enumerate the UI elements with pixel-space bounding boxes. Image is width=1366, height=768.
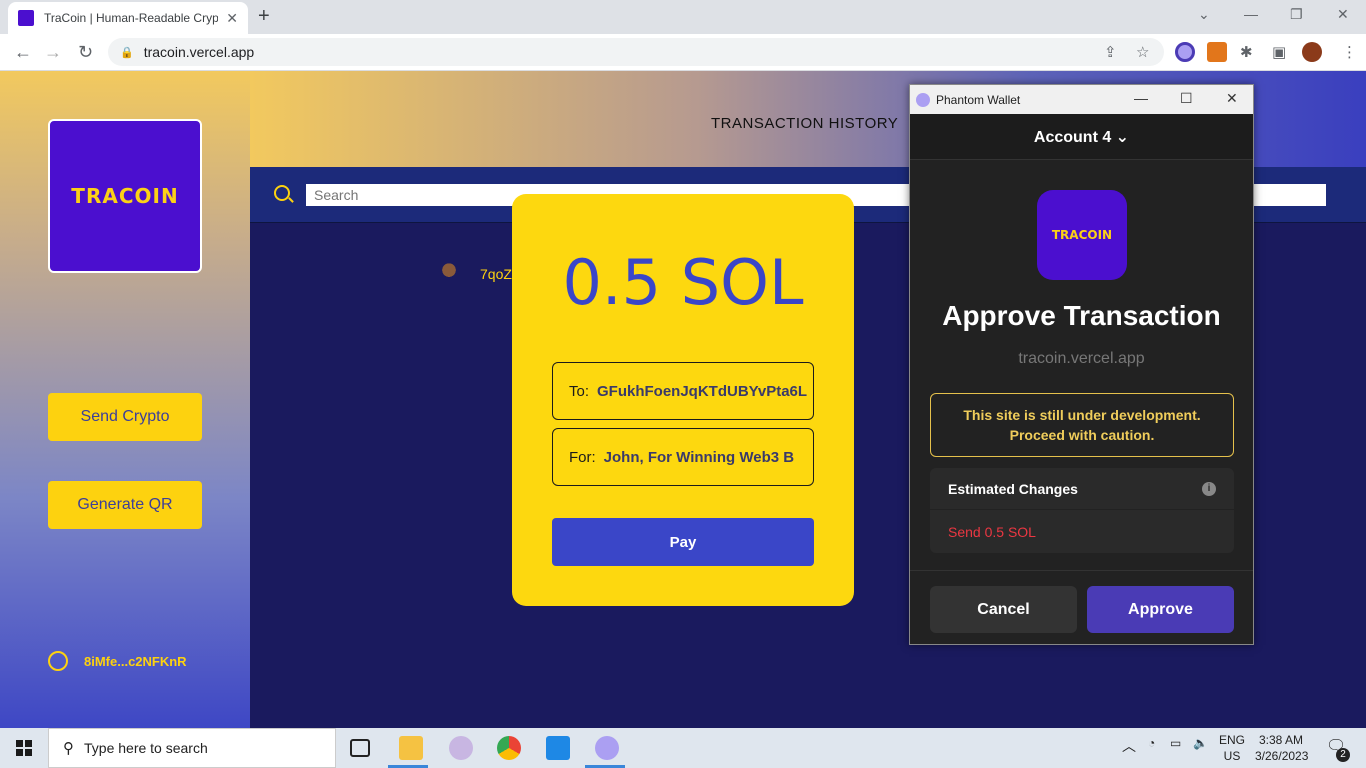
new-tab-button[interactable]: + (258, 5, 270, 28)
for-label: For: (569, 448, 596, 466)
taskbar-search[interactable]: ⚲ Type here to search (48, 728, 336, 768)
bookmark-star-icon[interactable]: ☆ (1136, 43, 1149, 61)
dapp-logo-text: TRACOIN (1051, 228, 1113, 242)
metamask-extension-icon[interactable] (1207, 42, 1227, 62)
payment-amount: 0.5 SOL (562, 246, 804, 319)
phantom-wallet-window: Phantom Wallet — ☐ ✕ Account 4 ⌄ TRACOIN… (909, 84, 1254, 645)
send-crypto-button[interactable]: Send Crypto (48, 393, 202, 441)
back-icon[interactable]: ← (14, 42, 32, 63)
user-icon (48, 651, 68, 671)
tab-close-icon[interactable]: ✕ (226, 10, 238, 27)
chrome-icon[interactable] (497, 736, 521, 760)
side-panel-icon[interactable]: ▣ (1272, 43, 1286, 61)
for-value: John, For Winning Web3 B (603, 448, 795, 466)
search-icon (274, 185, 290, 201)
estimated-changes-panel: Estimated Changes i Send 0.5 SOL (930, 468, 1234, 553)
minimize-icon[interactable]: — (1244, 6, 1258, 22)
to-label: To: (569, 382, 590, 400)
language-indicator[interactable]: ENG US (1219, 732, 1245, 764)
sidebar: TRACOIN Send Crypto Generate QR 8iMfe...… (0, 71, 250, 728)
dev-warning: This site is still under development. Pr… (930, 393, 1234, 457)
tracoin-logo: TRACOIN (48, 119, 202, 273)
wallet-address[interactable]: 8iMfe...c2NFKnR (48, 651, 187, 671)
forward-icon[interactable]: → (44, 42, 62, 63)
battery-icon[interactable]: ▭ (1170, 736, 1181, 750)
windows-taskbar: ⚲ Type here to search ︿ ◔ ▭ 🔈 ENG US 3:3… (0, 728, 1366, 768)
lang-line-2: US (1223, 749, 1241, 763)
paint-icon[interactable] (449, 736, 473, 760)
phantom-minimize-icon[interactable]: — (1134, 90, 1148, 106)
profile-avatar[interactable] (1302, 42, 1322, 62)
for-field[interactable]: For: John, For Winning Web3 B (552, 428, 814, 486)
reload-icon[interactable]: ↻ (78, 42, 93, 63)
phantom-titlebar: Phantom Wallet — ☐ ✕ (910, 85, 1253, 114)
taskbar-search-text: Type here to search (84, 740, 208, 756)
tab-search-icon[interactable]: ⌄ (1198, 6, 1210, 23)
page-title: TRANSACTION HISTORY (711, 115, 899, 132)
transaction-history-item[interactable]: 7qoZ (440, 261, 512, 287)
generate-qr-button[interactable]: Generate QR (48, 481, 202, 529)
lock-icon: 🔒 (120, 46, 134, 59)
approve-heading: Approve Transaction (942, 300, 1221, 331)
history-avatar (440, 261, 458, 287)
windows-start-icon[interactable] (16, 740, 32, 756)
dapp-domain: tracoin.vercel.app (1018, 350, 1145, 367)
change-item: Send 0.5 SOL (948, 523, 1036, 540)
taskbar-search-icon: ⚲ (63, 740, 74, 757)
pay-button[interactable]: Pay (552, 518, 814, 566)
restore-icon[interactable]: ❐ (1290, 6, 1303, 23)
menu-dots-icon[interactable]: ⋮ (1342, 43, 1357, 61)
dapp-logo: TRACOIN (1037, 190, 1127, 280)
to-field[interactable]: To: GFukhFoenJqKTdUBYvPta6L (552, 362, 814, 420)
browser-tab-bar: TraCoin | Human-Readable Crypto ✕ + ⌄ — … (0, 0, 1366, 34)
phantom-taskbar-icon[interactable] (595, 736, 619, 760)
lang-line-1: ENG (1219, 733, 1246, 747)
phantom-logo-icon (916, 92, 930, 107)
account-selector[interactable]: Account 4 ⌄ (910, 114, 1253, 160)
volume-icon[interactable]: 🔈 (1193, 736, 1208, 750)
phantom-close-icon[interactable]: ✕ (1226, 90, 1238, 107)
share-icon[interactable]: ⇪ (1104, 43, 1117, 61)
history-item-text: 7qoZ (480, 266, 512, 282)
clock-date: 3/26/2023 (1255, 749, 1309, 763)
logo-text: TRACOIN (71, 184, 179, 208)
close-window-icon[interactable]: ✕ (1337, 6, 1349, 23)
phantom-extension-icon[interactable] (1175, 42, 1195, 62)
phantom-footer: Cancel Approve (910, 570, 1253, 644)
cancel-button[interactable]: Cancel (930, 586, 1077, 633)
notification-count: 2 (1336, 748, 1350, 762)
url-bar[interactable]: 🔒 tracoin.vercel.app (108, 38, 1164, 66)
url-text: tracoin.vercel.app (143, 44, 255, 60)
warning-line-2: Proceed with caution. (1009, 427, 1155, 443)
approve-button[interactable]: Approve (1087, 586, 1234, 633)
warning-line-1: This site is still under development. (963, 407, 1201, 423)
network-icon[interactable]: ◔ (1148, 736, 1155, 750)
phantom-maximize-icon[interactable]: ☐ (1180, 90, 1193, 107)
wallet-address-text: 8iMfe...c2NFKnR (84, 653, 187, 669)
tracoin-favicon-icon (18, 10, 34, 26)
tab-title: TraCoin | Human-Readable Crypto (44, 11, 219, 25)
phantom-window-title: Phantom Wallet (936, 92, 1021, 107)
payment-card: 0.5 SOL To: GFukhFoenJqKTdUBYvPta6L For:… (512, 194, 854, 606)
estimated-changes-header: Estimated Changes i (930, 468, 1234, 510)
info-icon[interactable]: i (1202, 481, 1216, 496)
tray-chevron-icon[interactable]: ︿ (1122, 736, 1136, 756)
vscode-icon[interactable] (546, 736, 570, 760)
task-view-icon[interactable] (350, 739, 370, 757)
clock[interactable]: 3:38 AM 3/26/2023 (1255, 732, 1309, 764)
to-value: GFukhFoenJqKTdUBYvPta6L (597, 382, 808, 400)
browser-address-bar: ← → ↻ 🔒 tracoin.vercel.app ⇪ ☆ ✱ ▣ ⋮ (0, 34, 1366, 71)
browser-tab[interactable]: TraCoin | Human-Readable Crypto ✕ (8, 2, 248, 34)
extensions-puzzle-icon[interactable]: ✱ (1240, 43, 1253, 61)
estimated-changes-title: Estimated Changes (948, 480, 1078, 497)
clock-time: 3:38 AM (1258, 733, 1304, 747)
file-explorer-icon[interactable] (399, 736, 423, 760)
